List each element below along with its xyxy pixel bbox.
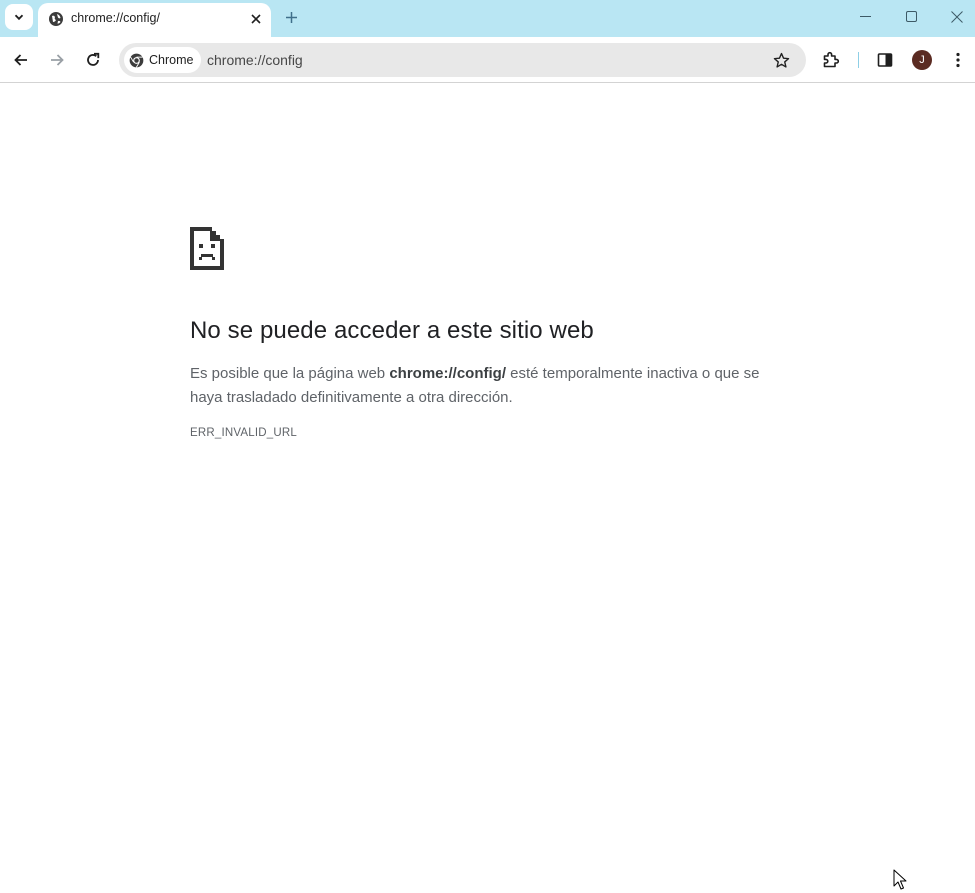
maximize-button[interactable] — [888, 0, 934, 33]
error-desc-url: chrome://config/ — [389, 365, 506, 382]
kebab-menu-icon — [956, 52, 960, 68]
error-desc-text: Es posible que la página web — [190, 365, 390, 382]
back-arrow-icon — [14, 54, 27, 66]
forward-button[interactable] — [43, 46, 71, 74]
minimize-icon — [859, 16, 871, 17]
back-button[interactable] — [7, 46, 35, 74]
sad-page-icon — [190, 227, 224, 270]
close-icon — [951, 10, 963, 23]
error-title: No se puede acceder a este sitio web — [190, 317, 594, 344]
extensions-icon — [823, 51, 840, 68]
maximize-icon — [905, 11, 917, 22]
active-tab[interactable]: chrome://config/ — [38, 3, 271, 37]
extensions-button[interactable] — [820, 49, 842, 71]
address-bar[interactable]: Chrome chrome://config — [119, 43, 806, 77]
toolbar-divider — [858, 52, 859, 68]
close-icon — [251, 14, 261, 24]
toolbar: Chrome chrome://config J — [0, 37, 975, 83]
minimize-button[interactable] — [842, 0, 888, 33]
chrome-logo-icon — [129, 53, 144, 68]
bookmark-button[interactable] — [770, 49, 792, 71]
error-code: ERR_INVALID_URL — [190, 427, 297, 439]
side-panel-icon — [877, 53, 893, 67]
plus-icon — [285, 11, 297, 23]
site-chip-label: Chrome — [149, 53, 194, 67]
forward-arrow-icon — [51, 54, 64, 66]
title-bar: chrome://config/ — [0, 0, 975, 37]
tab-close-button[interactable] — [246, 9, 266, 29]
url-text[interactable]: chrome://config — [207, 52, 303, 68]
tab-title: chrome://config/ — [71, 11, 160, 25]
page-content: No se puede acceder a este sitio web Es … — [0, 84, 975, 893]
new-tab-button[interactable] — [279, 5, 303, 29]
reload-icon — [87, 52, 100, 66]
cursor-icon — [893, 869, 907, 890]
reload-button[interactable] — [79, 46, 107, 74]
globe-icon — [49, 12, 63, 26]
profile-avatar[interactable]: J — [912, 50, 932, 70]
chevron-down-icon — [14, 14, 24, 21]
tab-search-button[interactable] — [5, 4, 33, 30]
error-description: Es posible que la página web chrome://co… — [190, 362, 775, 410]
side-panel-button[interactable] — [874, 49, 896, 71]
site-info-chip[interactable]: Chrome — [124, 47, 202, 73]
chrome-menu-button[interactable] — [947, 49, 969, 71]
window-close-button[interactable] — [934, 0, 975, 33]
star-icon — [773, 52, 789, 68]
